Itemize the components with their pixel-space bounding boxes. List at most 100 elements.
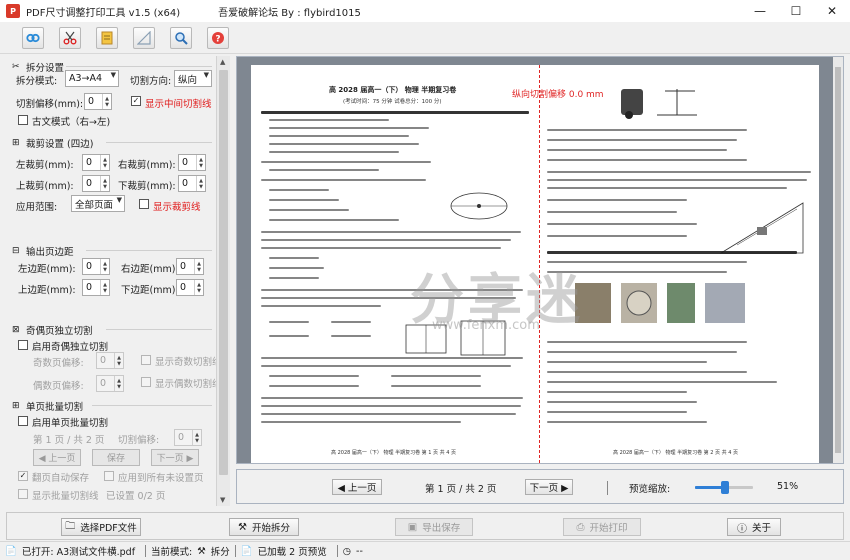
split-mode-value: A3→A4 bbox=[69, 73, 103, 84]
help-icon[interactable]: ? bbox=[207, 26, 229, 49]
action-bar: 🗀 选择PDF文件 ⚒ 开始拆分 ▣ 导出保存 ⎙ 开始打印 ⓘ 关于 bbox=[6, 512, 844, 540]
start-split-button[interactable]: ⚒ 开始拆分 bbox=[229, 518, 299, 536]
apply-all-checkbox[interactable] bbox=[104, 471, 114, 481]
oddeven-enable-label[interactable]: 启用奇偶独立切割 bbox=[32, 339, 108, 353]
stepper-arrows-icon[interactable]: ▲ ▼ bbox=[114, 376, 123, 391]
show-even-checkbox[interactable] bbox=[141, 377, 151, 387]
batch-enable-label[interactable]: 启用单页批量切割 bbox=[32, 415, 108, 429]
divider bbox=[66, 66, 212, 67]
apply-all-label[interactable]: 应用到所有未设置页 bbox=[118, 470, 204, 484]
start-split-label: 开始拆分 bbox=[251, 523, 290, 534]
about-button[interactable]: ⓘ 关于 bbox=[727, 518, 781, 536]
export-save-button[interactable]: ▣ 导出保存 bbox=[395, 518, 473, 536]
minimize-button[interactable]: — bbox=[742, 0, 778, 22]
crop-scope-select[interactable]: 全部页面 ▼ bbox=[71, 195, 125, 212]
text-line bbox=[547, 171, 811, 173]
ruler-icon[interactable] bbox=[133, 26, 155, 49]
margin-bottom-stepper[interactable]: 0 ▲ ▼ bbox=[176, 279, 204, 296]
show-crop-checkbox[interactable] bbox=[139, 199, 149, 209]
prev-page-button[interactable]: ◀ 上一页 bbox=[332, 479, 382, 495]
link-icon[interactable] bbox=[22, 26, 44, 49]
split-direction-value: 纵向 bbox=[178, 74, 198, 86]
batch-saved-info: 已设置 0/2 页 bbox=[106, 491, 166, 502]
ancient-mode-label[interactable]: 古文模式（右→左) bbox=[32, 114, 110, 128]
stepper-arrows-icon[interactable]: ▲ ▼ bbox=[100, 280, 109, 295]
autosave-label[interactable]: 翻页自动保存 bbox=[32, 470, 89, 484]
close-button[interactable]: ✕ bbox=[814, 0, 850, 22]
margin-right-stepper[interactable]: 0 ▲ ▼ bbox=[176, 258, 204, 275]
crop-top-value: 0 bbox=[86, 178, 93, 189]
crop-left-stepper[interactable]: 0 ▲ ▼ bbox=[82, 154, 110, 171]
margin-top-stepper[interactable]: 0 ▲ ▼ bbox=[82, 279, 110, 296]
crop-right-stepper[interactable]: 0 ▲ ▼ bbox=[178, 154, 206, 171]
stepper-arrows-icon[interactable]: ▲ ▼ bbox=[194, 280, 203, 295]
show-crop-label[interactable]: 显示裁剪线 bbox=[153, 199, 201, 213]
crop-top-label: 上裁剪(mm): bbox=[16, 181, 74, 192]
show-even-label[interactable]: 显示偶数切割线 bbox=[155, 376, 222, 390]
scissors-icon[interactable] bbox=[59, 26, 81, 49]
stepper-arrows-icon[interactable]: ▲ ▼ bbox=[196, 155, 205, 170]
settings-scrollbar[interactable]: ▲ ▼ bbox=[216, 56, 230, 506]
stepper-arrows-icon[interactable]: ▲ ▼ bbox=[114, 353, 123, 368]
zoom-slider[interactable] bbox=[695, 481, 753, 494]
margin-left-stepper[interactable]: 0 ▲ ▼ bbox=[82, 258, 110, 275]
batch-prev-button[interactable]: ◀ 上一页 bbox=[33, 449, 81, 466]
scrollbar-thumb[interactable] bbox=[219, 70, 228, 475]
preview-scrollbar[interactable] bbox=[833, 57, 843, 463]
ancient-mode-checkbox[interactable] bbox=[18, 115, 28, 125]
show-batch-checkbox[interactable] bbox=[18, 489, 28, 499]
batch-save-button[interactable]: 保存 bbox=[92, 449, 140, 466]
stepper-arrows-icon[interactable]: ▲ ▼ bbox=[100, 259, 109, 274]
batch-offset-stepper[interactable]: 0 ▲ ▼ bbox=[174, 429, 202, 446]
split-mode-select[interactable]: A3→A4 ▼ bbox=[65, 70, 119, 87]
zoom-slider-thumb[interactable] bbox=[721, 481, 729, 494]
margin-left-label: 左边距(mm): bbox=[18, 264, 76, 275]
status-loaded: 已加载 2 页预览 bbox=[257, 547, 327, 558]
crop-bottom-value: 0 bbox=[182, 178, 189, 189]
margin-right-label: 右边距(mm): bbox=[121, 264, 179, 275]
split-offset-stepper[interactable]: 0 ▲ ▼ bbox=[84, 93, 112, 110]
even-offset-stepper[interactable]: 0 ▲ ▼ bbox=[96, 375, 124, 392]
stepper-arrows-icon[interactable]: ▲ ▼ bbox=[100, 155, 109, 170]
divider bbox=[607, 481, 608, 495]
status-mode-icon: ⚒ bbox=[197, 545, 206, 557]
notes-icon[interactable] bbox=[96, 26, 118, 49]
crop-bottom-label: 下裁剪(mm): bbox=[118, 181, 176, 192]
maximize-button[interactable]: ☐ bbox=[778, 0, 814, 22]
oddeven-enable-checkbox[interactable] bbox=[18, 340, 28, 350]
zoom-icon[interactable] bbox=[170, 26, 192, 49]
stepper-arrows-icon[interactable]: ▲ ▼ bbox=[192, 430, 201, 445]
stepper-arrows-icon[interactable]: ▲ ▼ bbox=[102, 94, 111, 109]
chevron-down-icon: ▼ bbox=[110, 71, 116, 79]
scrollbar-thumb[interactable] bbox=[835, 67, 841, 453]
batch-offset-label: 切割偏移: bbox=[118, 435, 160, 446]
text-line bbox=[261, 111, 529, 114]
show-batch-label[interactable]: 显示批量切割线 bbox=[32, 488, 99, 502]
status-timer: -- bbox=[356, 545, 363, 557]
autosave-checkbox[interactable]: ✓ bbox=[18, 471, 28, 481]
split-direction-select[interactable]: 纵向 ▼ bbox=[174, 70, 212, 87]
show-cutline-checkbox[interactable]: ✓ bbox=[131, 96, 141, 106]
scroll-down-icon[interactable]: ▼ bbox=[220, 496, 225, 504]
select-pdf-button[interactable]: 🗀 选择PDF文件 bbox=[61, 518, 141, 536]
show-odd-label[interactable]: 显示奇数切割线 bbox=[155, 354, 222, 368]
split-section-label: 拆分设置 bbox=[26, 63, 65, 74]
stepper-arrows-icon[interactable]: ▲ ▼ bbox=[196, 176, 205, 191]
crop-bottom-stepper[interactable]: 0 ▲ ▼ bbox=[178, 175, 206, 192]
text-line bbox=[269, 209, 349, 211]
show-odd-checkbox[interactable] bbox=[141, 355, 151, 365]
batch-next-button[interactable]: 下一页 ▶ bbox=[151, 449, 199, 466]
start-print-button[interactable]: ⎙ 开始打印 bbox=[563, 518, 641, 536]
batch-enable-checkbox[interactable] bbox=[18, 416, 28, 426]
margin-top-label: 上边距(mm): bbox=[18, 285, 76, 296]
text-line bbox=[269, 143, 419, 145]
next-page-button[interactable]: 下一页 ▶ bbox=[525, 479, 573, 495]
show-cutline-label[interactable]: 显示中间切割线 bbox=[145, 96, 212, 110]
odd-offset-stepper[interactable]: 0 ▲ ▼ bbox=[96, 352, 124, 369]
scroll-up-icon[interactable]: ▲ bbox=[220, 58, 225, 66]
export-save-label: 导出保存 bbox=[422, 523, 461, 534]
crop-top-stepper[interactable]: 0 ▲ ▼ bbox=[82, 175, 110, 192]
stepper-arrows-icon[interactable]: ▲ ▼ bbox=[194, 259, 203, 274]
text-line bbox=[269, 169, 379, 171]
stepper-arrows-icon[interactable]: ▲ ▼ bbox=[100, 176, 109, 191]
